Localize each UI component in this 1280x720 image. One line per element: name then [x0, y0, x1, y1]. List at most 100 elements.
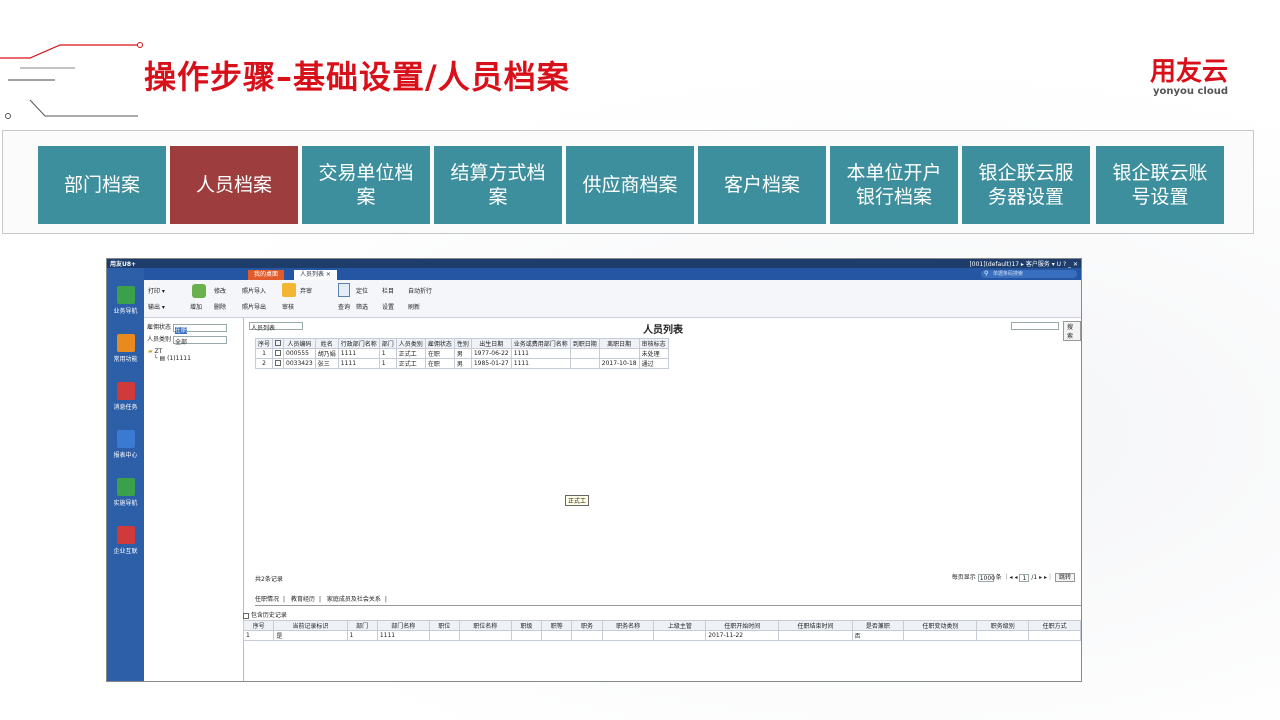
detail-cell	[778, 630, 853, 641]
export-button[interactable]: 输出 ▾	[148, 302, 165, 311]
prev-page-button[interactable]: ◂	[1014, 574, 1017, 581]
side-item-5[interactable]: 企业互联	[109, 526, 142, 555]
per-page-input[interactable]: 1000	[977, 573, 995, 582]
list-selector-value: 人员列表	[251, 325, 276, 332]
jump-button[interactable]: 跳转	[1054, 573, 1075, 582]
select-all-checkbox[interactable]	[275, 339, 282, 346]
window-titlebar: 用友U8+ [001](default)17 ▸ 客户服务 ▾ U ? _ ✕	[107, 259, 1081, 268]
columns-button[interactable]: 栏目	[382, 286, 394, 295]
detail-column-header[interactable]: 任职方式	[1028, 620, 1081, 631]
detail-tab-1[interactable]: 教育经历	[291, 596, 315, 603]
column-header[interactable]: 性别	[453, 338, 472, 349]
column-header[interactable]	[272, 338, 285, 349]
add-button[interactable]: 增加	[190, 302, 202, 311]
status-area[interactable]: [001](default)17 ▸ 客户服务 ▾ U ? _ ✕	[969, 259, 1078, 268]
column-header[interactable]: 离职日期	[598, 338, 640, 349]
table-cell: 通过	[638, 358, 669, 369]
page-input[interactable]: 1	[1019, 573, 1030, 582]
include-history[interactable]: 包含历史记录	[243, 610, 287, 619]
column-header[interactable]: 人员类别	[395, 338, 426, 349]
column-header[interactable]: 行政部门名称	[337, 338, 380, 349]
tab-person-list[interactable]: 人员列表 ×	[294, 270, 337, 280]
column-header[interactable]: 雇佣状态	[424, 338, 455, 349]
tree-root[interactable]: ▰ ZT	[148, 348, 191, 355]
detail-column-header[interactable]: 任职结束时间	[778, 620, 853, 631]
type-filter-select[interactable]: 全部	[172, 335, 227, 346]
row-checkbox[interactable]	[275, 359, 282, 366]
column-header[interactable]: 姓名	[314, 338, 339, 349]
detail-cell	[903, 630, 978, 641]
settings-button[interactable]: 设置	[382, 302, 394, 311]
delete-button[interactable]: 删除	[214, 302, 226, 311]
refresh-button[interactable]: 刷新	[408, 302, 420, 311]
detail-column-header[interactable]: 职位名称	[458, 620, 512, 631]
side-item-3[interactable]: 报表中心	[109, 430, 142, 459]
tab-desktop[interactable]: 我的桌面	[248, 270, 285, 280]
nav-tab-0[interactable]: 部门档案	[38, 146, 166, 224]
table-row[interactable]: 2 0033423 张三 1111 1 正式工 在职男 1985-01-27 1111 2017-…	[254, 358, 669, 369]
detail-column-header[interactable]: 职级	[510, 620, 543, 631]
detail-column-header[interactable]: 职等	[541, 620, 573, 631]
page-total: /1	[1031, 574, 1038, 581]
column-header[interactable]: 业务或费用部门名称	[510, 338, 571, 349]
detail-column-header[interactable]: 职务名称	[601, 620, 655, 631]
search-button[interactable]: 搜索	[1063, 321, 1081, 341]
detail-column-header[interactable]: 职位	[428, 620, 460, 631]
detail-cell: 否	[851, 630, 905, 641]
side-item-4[interactable]: 实施导航	[109, 478, 142, 507]
detail-column-header[interactable]: 职务	[571, 620, 603, 631]
unaudit-button[interactable]: 弃审	[300, 286, 312, 295]
last-page-button[interactable]: ▸｜	[1044, 574, 1053, 581]
nav-tab-6[interactable]: 本单位开户银行档案	[830, 146, 958, 224]
print-button[interactable]: 打印 ▾	[148, 286, 165, 295]
detail-column-header[interactable]: 是否兼职	[851, 620, 905, 631]
logo-en: yonyou cloud	[1153, 86, 1228, 97]
nav-tab-4[interactable]: 供应商档案	[566, 146, 694, 224]
side-item-1[interactable]: 常用功能	[109, 334, 142, 363]
audit-button[interactable]: 审核	[282, 302, 294, 311]
nav-tab-8[interactable]: 银企联云账号设置	[1096, 146, 1224, 224]
nav-tab-7[interactable]: 银企联云服务器设置	[962, 146, 1090, 224]
nav-tab-5[interactable]: 客户档案	[698, 146, 826, 224]
table-row[interactable]: 1 000555 胡乃娟 1111 1 正式工 在职男 1977-06-22 1111 未处理	[254, 348, 669, 359]
autowrap-button[interactable]: 自动折行	[408, 286, 432, 295]
query-button[interactable]: 查询	[338, 302, 350, 311]
status-filter-select[interactable]: 在职	[172, 323, 227, 334]
nav-tab-2[interactable]: 交易单位档案	[302, 146, 430, 224]
search-box[interactable]: ⚲ 单据条码搜索	[981, 270, 1077, 278]
side-item-0[interactable]: 业务导航	[109, 286, 142, 315]
detail-column-header[interactable]: 任职开始时间	[705, 620, 780, 631]
column-header[interactable]: 出生日期	[470, 338, 512, 349]
detail-tab-0[interactable]: 任职情况	[255, 596, 279, 603]
detail-column-header[interactable]: 任职变动类别	[903, 620, 978, 631]
list-search-input[interactable]	[1011, 322, 1059, 330]
detail-column-header[interactable]: 职务级别	[976, 620, 1030, 631]
side-item-2[interactable]: 消息任务	[109, 382, 142, 411]
nav-tab-3[interactable]: 结算方式档案	[434, 146, 562, 224]
first-page-button[interactable]: ｜◂	[1004, 574, 1013, 581]
nav-tab-1[interactable]: 人员档案	[170, 146, 298, 224]
tree-child[interactable]: └ ▤ (1)1111	[154, 355, 191, 362]
column-header[interactable]: 到职日期	[569, 338, 600, 349]
column-header[interactable]: 人员编码	[283, 338, 316, 349]
detail-column-header[interactable]: 序号	[242, 620, 275, 631]
photo-import-button[interactable]: 照片导入	[242, 286, 266, 295]
edit-button[interactable]: 修改	[214, 286, 226, 295]
next-page-button[interactable]: ▸	[1039, 574, 1042, 581]
detail-column-header[interactable]: 部门名称	[376, 620, 430, 631]
detail-row[interactable]: 1 是 1 1111 2017-11-22 否	[242, 630, 1081, 641]
table-cell: 男	[453, 358, 472, 369]
column-header[interactable]: 部门	[378, 338, 397, 349]
column-header[interactable]: 审核标志	[638, 338, 669, 349]
detail-column-header[interactable]: 部门	[346, 620, 378, 631]
column-header[interactable]: 序号	[254, 338, 274, 349]
detail-column-header[interactable]: 上级主管	[653, 620, 707, 631]
row-checkbox[interactable]	[275, 349, 282, 356]
include-history-checkbox[interactable]	[243, 612, 249, 619]
list-selector[interactable]: 人员列表	[249, 322, 303, 332]
photo-export-button[interactable]: 照片导出	[242, 302, 266, 311]
detail-tab-2[interactable]: 家庭成员及社会关系	[327, 596, 381, 603]
detail-column-header[interactable]: 当前记录标识	[273, 620, 348, 631]
locate-button[interactable]: 定位	[356, 286, 368, 295]
filter-button[interactable]: 筛选	[356, 302, 368, 311]
